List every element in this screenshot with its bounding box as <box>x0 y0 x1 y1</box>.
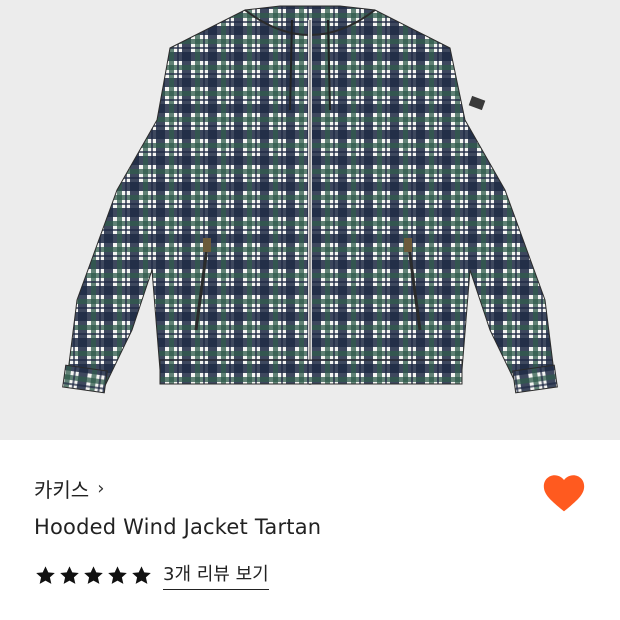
product-detail-page: 카키스 › Hooded Wind Jacket Tartan 3개 리뷰 보기 <box>0 0 620 620</box>
favorite-button[interactable] <box>542 472 586 514</box>
brand-name: 카키스 <box>34 478 90 502</box>
product-image[interactable] <box>0 0 620 440</box>
star-icon <box>108 565 127 584</box>
view-reviews-link[interactable]: 3개 리뷰 보기 <box>163 560 269 590</box>
star-icon <box>132 565 151 584</box>
star-icon <box>60 565 79 584</box>
product-info: 카키스 › Hooded Wind Jacket Tartan 3개 리뷰 보기 <box>0 440 620 620</box>
rating-row: 3개 리뷰 보기 <box>34 560 269 590</box>
jacket-illustration <box>62 5 558 394</box>
product-title: Hooded Wind Jacket Tartan <box>34 515 322 539</box>
star-icon <box>84 565 103 584</box>
star-icon <box>36 565 55 584</box>
star-rating <box>34 564 153 587</box>
heart-icon <box>543 475 585 512</box>
brand-link[interactable]: 카키스 › <box>34 474 104 503</box>
chevron-right-icon: › <box>97 477 105 499</box>
